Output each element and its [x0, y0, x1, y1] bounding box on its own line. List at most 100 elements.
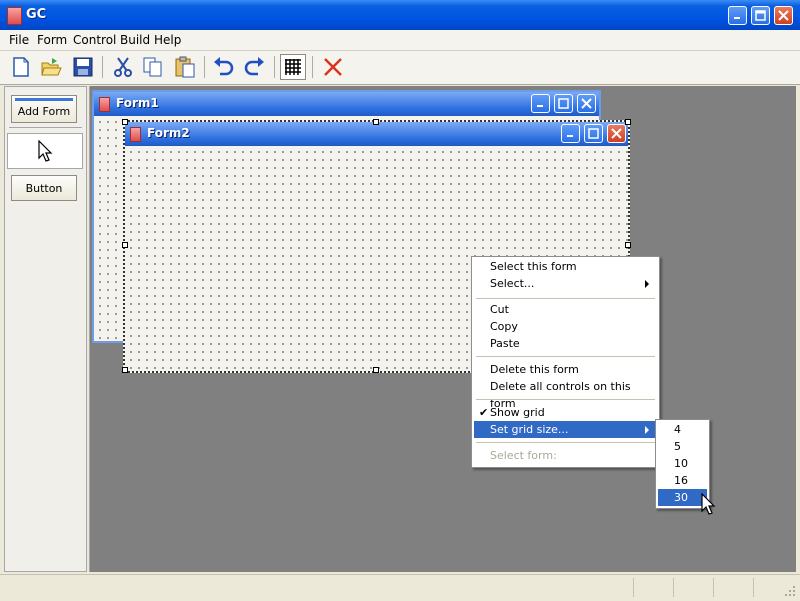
delete-button[interactable]	[320, 54, 346, 80]
form-preview-icon	[15, 98, 73, 101]
menu-separator	[476, 442, 655, 443]
grid-size-option[interactable]: 10	[658, 455, 707, 472]
menu-set-grid-size[interactable]: Set grid size...	[474, 421, 657, 438]
close-icon	[581, 98, 592, 109]
resize-handle[interactable]	[625, 242, 631, 248]
resize-handle[interactable]	[373, 367, 379, 373]
resize-handle[interactable]	[122, 119, 128, 125]
menu-separator	[476, 356, 655, 357]
minimize-icon	[537, 105, 543, 107]
pointer-icon	[38, 140, 53, 162]
open-icon	[41, 58, 62, 76]
checkmark-icon: ✔	[479, 406, 489, 419]
menu-copy[interactable]: Copy	[474, 318, 657, 335]
context-menu: Select this form Select... Cut Copy Past…	[471, 256, 660, 468]
form2-minimize-button[interactable]	[561, 124, 580, 143]
maximize-button[interactable]	[751, 6, 770, 25]
resize-handle[interactable]	[122, 367, 128, 373]
undo-icon	[214, 57, 234, 76]
close-icon	[611, 128, 622, 139]
grid-size-option[interactable]: 16	[658, 472, 707, 489]
control-palette: Add Form Button	[4, 86, 87, 572]
new-button[interactable]	[8, 54, 34, 80]
menu-delete-this-form[interactable]: Delete this form	[474, 361, 657, 378]
save-button[interactable]	[70, 54, 96, 80]
menu-separator	[476, 399, 655, 400]
form-icon	[99, 97, 110, 112]
menu-select-this-form[interactable]: Select this form	[474, 258, 657, 275]
resize-handle[interactable]	[373, 119, 379, 125]
button-tool[interactable]: Button	[11, 175, 77, 201]
form2-title: Form2	[147, 126, 190, 140]
form-icon	[130, 127, 141, 142]
toolbar-separator	[204, 56, 205, 78]
grid-toggle-button[interactable]	[280, 54, 306, 80]
grid-size-option-selected[interactable]: 30	[658, 489, 707, 506]
undo-button[interactable]	[210, 54, 236, 80]
status-panel	[713, 578, 754, 597]
menu-select-form-label: Select form:	[490, 449, 557, 462]
close-button[interactable]	[774, 6, 793, 25]
delete-icon	[324, 58, 342, 76]
form1-title: Form1	[116, 96, 159, 110]
status-panel	[673, 578, 714, 597]
redo-button[interactable]	[242, 54, 268, 80]
cut-icon	[114, 57, 132, 77]
redo-icon	[244, 57, 264, 76]
form1-minimize-button[interactable]	[531, 94, 550, 113]
pointer-tool[interactable]	[7, 133, 83, 169]
menu-select-submenu[interactable]: Select...	[474, 275, 657, 292]
copy-icon	[143, 57, 162, 77]
paste-button[interactable]	[172, 54, 198, 80]
status-panel	[753, 578, 784, 597]
menu-form[interactable]: Form	[37, 33, 67, 47]
toolbar	[0, 51, 800, 85]
form1-close-button[interactable]	[577, 94, 596, 113]
window-title: GC	[26, 7, 47, 22]
menu-bar: File Form Control Build Help	[0, 30, 800, 51]
menu-delete-all-controls[interactable]: Delete all controls on this form	[474, 378, 657, 410]
maximize-icon	[588, 128, 599, 139]
minimize-button[interactable]	[728, 6, 747, 25]
menu-show-grid[interactable]: ✔ Show grid	[474, 404, 657, 421]
form1-title-bar[interactable]: Form1	[94, 92, 599, 116]
status-panel	[633, 578, 674, 597]
grid-size-option[interactable]: 4	[658, 421, 707, 438]
paste-icon	[175, 56, 195, 78]
new-icon	[13, 57, 29, 77]
cut-button[interactable]	[110, 54, 136, 80]
toolbar-separator	[102, 56, 103, 78]
copy-button[interactable]	[140, 54, 166, 80]
menu-control[interactable]: Control	[73, 33, 116, 47]
app-icon	[7, 7, 22, 25]
maximize-icon	[558, 98, 569, 109]
form2-close-button[interactable]	[607, 124, 626, 143]
save-icon	[73, 57, 93, 77]
form1-maximize-button[interactable]	[554, 94, 573, 113]
add-form-button[interactable]: Add Form	[11, 95, 77, 123]
title-bar: GC	[0, 0, 800, 30]
resize-handle[interactable]	[625, 119, 631, 125]
grid-size-option[interactable]: 5	[658, 438, 707, 455]
menu-file[interactable]: File	[9, 33, 29, 47]
form2-title-bar[interactable]: Form2	[125, 122, 628, 146]
resize-handle[interactable]	[122, 242, 128, 248]
button-tool-label: Button	[25, 181, 63, 195]
minimize-icon	[567, 135, 573, 137]
submenu-arrow-icon	[645, 280, 649, 288]
mouse-cursor-icon	[701, 493, 716, 515]
menu-help[interactable]: Help	[154, 33, 181, 47]
toolbar-separator	[312, 56, 313, 78]
grid-icon	[285, 59, 301, 75]
submenu-arrow-icon	[645, 426, 649, 434]
close-icon	[778, 10, 789, 21]
add-form-label: Add Form	[17, 104, 71, 118]
palette-divider	[9, 127, 82, 128]
form2-maximize-button[interactable]	[584, 124, 603, 143]
menu-paste[interactable]: Paste	[474, 335, 657, 352]
menu-separator	[476, 298, 655, 299]
menu-cut[interactable]: Cut	[474, 301, 657, 318]
menu-build[interactable]: Build	[120, 33, 150, 47]
resize-grip-icon[interactable]	[784, 585, 796, 597]
open-button[interactable]	[38, 54, 64, 80]
